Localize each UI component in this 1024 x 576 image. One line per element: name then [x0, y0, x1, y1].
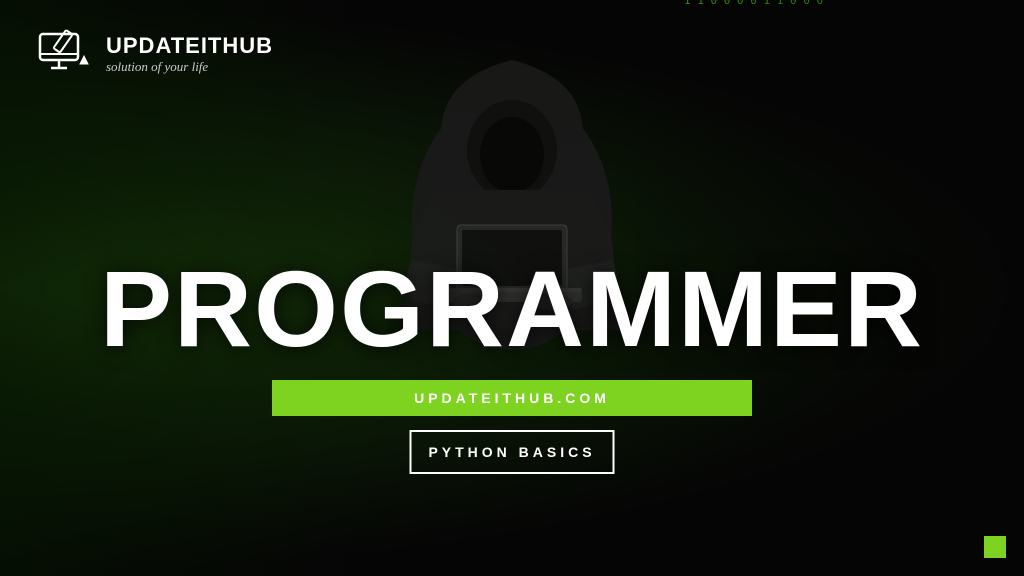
corner-square [984, 536, 1006, 558]
python-basics-box: PYTHON BASICS [410, 430, 615, 474]
logo-subtitle: solution of your life [106, 59, 273, 75]
logo-area: UPDATEITHUB solution of your life [36, 28, 273, 80]
green-bar: UPDATEITHUB.COM [272, 380, 752, 416]
green-bar-text: UPDATEITHUB.COM [414, 390, 610, 406]
main-title: PROGRAMMER [0, 255, 1024, 363]
logo-title: UPDATEITHUB [106, 33, 273, 59]
monitor-pencil-icon [36, 28, 92, 80]
logo-text-block: UPDATEITHUB solution of your life [106, 33, 273, 75]
python-basics-text: PYTHON BASICS [428, 444, 595, 460]
